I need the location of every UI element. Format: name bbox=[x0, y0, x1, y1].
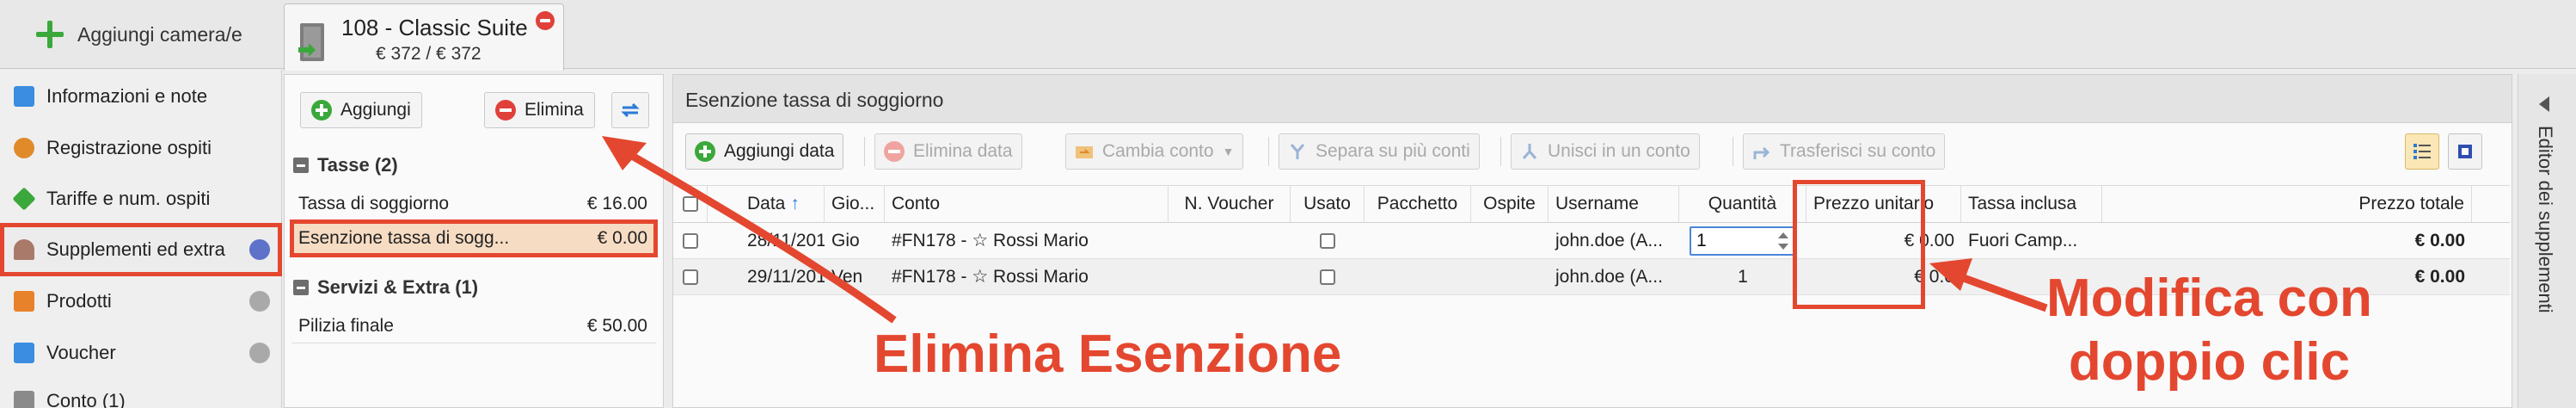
arrow-edit bbox=[1950, 269, 2048, 312]
annotation-edit-line2: doppio clic bbox=[2068, 332, 2351, 392]
app-root: Aggiungi camera/e 108 - Classic Suite € … bbox=[0, 0, 2576, 408]
annotation-delete: Elimina Esenzione bbox=[874, 325, 1342, 384]
arrow-delete bbox=[613, 143, 897, 324]
arrowhead-edit bbox=[1929, 258, 1972, 291]
annotation-edit-line1: Modifica con bbox=[2046, 269, 2372, 328]
annotation-edit: Modifica con doppio clic bbox=[2046, 267, 2372, 394]
arrowhead-delete bbox=[602, 136, 647, 170]
